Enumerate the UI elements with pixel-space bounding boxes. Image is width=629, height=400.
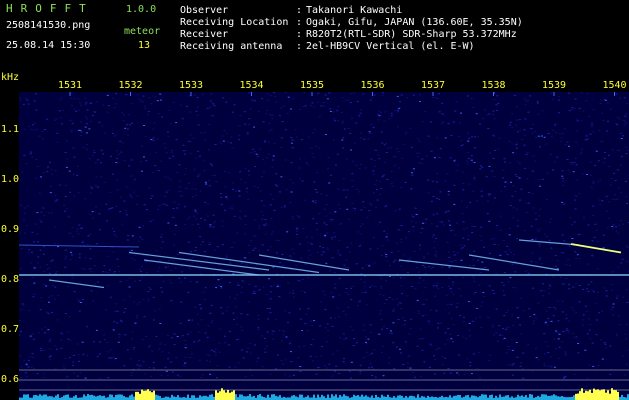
- location-value: Ogaki, Gifu, JAPAN (136.60E, 35.35N): [306, 17, 523, 28]
- app-title: HROFFT: [6, 2, 94, 15]
- frequency-tick-label: 0.8: [1, 274, 20, 285]
- antenna-separator: :: [296, 41, 303, 52]
- observer-key: Observer: [180, 5, 229, 16]
- meteor-echo-trace: [398, 259, 490, 271]
- spectrogram-plot: [19, 92, 629, 400]
- receiver-key: Receiver: [180, 29, 229, 40]
- image-filename: 2508141530.png: [6, 20, 91, 31]
- receiver-value: R820T2(RTL-SDR) SDR-Sharp 53.372MHz: [306, 29, 517, 40]
- upper-carrier-trace: [19, 244, 140, 248]
- antenna-value: 2el-HB9CV Vertical (el. E-W): [306, 41, 475, 52]
- receiver-separator: :: [296, 29, 303, 40]
- location-separator: :: [296, 17, 303, 28]
- time-tick-label: 1536: [360, 80, 385, 91]
- time-tick-label: 1540: [602, 80, 627, 91]
- meteor-count-value: 13: [138, 40, 151, 51]
- frequency-tick-label: 1.0: [1, 174, 20, 185]
- hrofft-screen: HROFFT 1.0.0 2508141530.png meteor 25.08…: [0, 0, 629, 400]
- observer-value: Takanori Kawachi: [306, 5, 403, 16]
- frequency-tick-label: 0.6: [1, 374, 20, 385]
- bright-meteor-echo: [570, 243, 622, 254]
- meteor-count-label: meteor: [124, 26, 161, 37]
- meteor-echo-trace: [143, 259, 260, 276]
- time-tick-label: 1537: [421, 80, 446, 91]
- location-key: Receiving Location: [180, 17, 289, 28]
- time-tick-label: 1535: [300, 80, 325, 91]
- noise-texture: [19, 92, 629, 379]
- antenna-key: Receiving antenna: [180, 41, 283, 52]
- time-tick-label: 1532: [118, 80, 143, 91]
- observation-datetime: 25.08.14 15:30: [6, 40, 91, 51]
- frequency-tick-label: 0.7: [1, 324, 20, 335]
- observer-separator: :: [296, 5, 303, 16]
- spectrogram-svg: [19, 92, 629, 400]
- meteor-echo-trace: [258, 254, 350, 271]
- app-version: 1.0.0: [126, 4, 157, 15]
- time-tick-label: 1539: [542, 80, 567, 91]
- time-tick-label: 1538: [481, 80, 506, 91]
- time-tick-label: 1531: [58, 80, 83, 91]
- frequency-tick-label: 0.9: [1, 224, 20, 235]
- time-tick-label: 1534: [239, 80, 264, 91]
- time-tick-label: 1533: [179, 80, 204, 91]
- frequency-unit-label: kHz: [1, 72, 20, 83]
- frequency-tick-label: 1.1: [1, 124, 20, 135]
